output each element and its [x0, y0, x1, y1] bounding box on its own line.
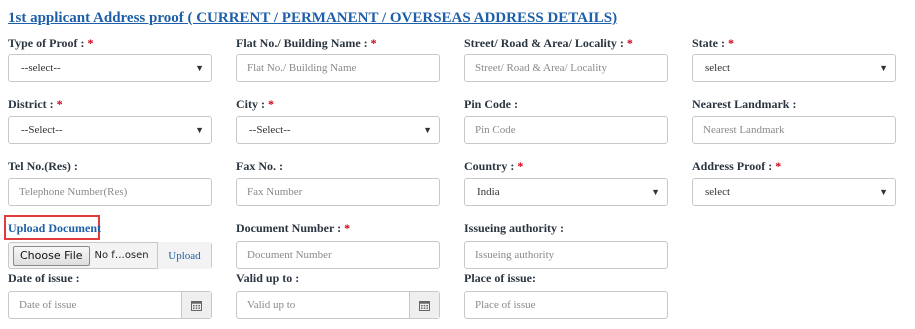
upload-button[interactable]: Upload	[157, 242, 211, 269]
valid-up-to-label: Valid up to :	[236, 271, 300, 285]
choose-file-button[interactable]: Choose File	[13, 245, 90, 266]
required-marker: *	[517, 159, 524, 173]
address-proof-select[interactable]: select ▼	[692, 178, 896, 206]
calendar-icon[interactable]	[181, 292, 211, 318]
address-proof-label: Address Proof : *	[692, 159, 782, 173]
document-number-input[interactable]: Document Number	[236, 241, 440, 269]
pin-code-input[interactable]: Pin Code	[464, 116, 668, 144]
caret-down-icon: ▼	[195, 125, 204, 135]
valid-up-to-placeholder: Valid up to	[247, 299, 296, 311]
flat-no-input[interactable]: Flat No./ Building Name	[236, 54, 440, 82]
required-marker: *	[370, 36, 377, 50]
required-marker: *	[775, 159, 782, 173]
country-label: Country : *	[464, 159, 524, 173]
flat-no-placeholder: Flat No./ Building Name	[247, 62, 357, 74]
document-number-label: Document Number : *	[236, 221, 351, 235]
file-status: No f…osen	[94, 250, 149, 261]
flat-no-label: Flat No./ Building Name : *	[236, 36, 377, 50]
city-value: --Select--	[249, 124, 291, 136]
date-of-issue-input[interactable]: Date of issue	[8, 291, 212, 319]
document-number-placeholder: Document Number	[247, 249, 332, 261]
tel-no-label: Tel No.(Res) :	[8, 159, 78, 173]
district-label: District : *	[8, 97, 63, 111]
nearest-landmark-input[interactable]: Nearest Landmark	[692, 116, 896, 144]
fax-no-label: Fax No. :	[236, 159, 283, 173]
place-of-issue-label: Place of issue:	[464, 271, 536, 285]
date-of-issue-label: Date of issue :	[8, 271, 80, 285]
state-value: select	[705, 62, 731, 74]
state-select[interactable]: select ▼	[692, 54, 896, 82]
issuing-authority-placeholder: Issueing authority	[475, 249, 555, 261]
street-label: Street/ Road & Area/ Locality : *	[464, 36, 633, 50]
pin-code-label: Pin Code :	[464, 97, 518, 111]
calendar-icon[interactable]	[409, 292, 439, 318]
type-of-proof-select[interactable]: --select-- ▼	[8, 54, 212, 82]
fax-no-placeholder: Fax Number	[247, 186, 303, 198]
file-upload-group: Choose File No f…osen Upload	[8, 242, 212, 269]
place-of-issue-input[interactable]: Place of issue	[464, 291, 668, 319]
required-marker: *	[344, 221, 351, 235]
city-select[interactable]: --Select-- ▼	[236, 116, 440, 144]
pin-code-placeholder: Pin Code	[475, 124, 516, 136]
date-of-issue-placeholder: Date of issue	[19, 299, 77, 311]
required-marker: *	[87, 36, 94, 50]
tel-no-input[interactable]: Telephone Number(Res)	[8, 178, 212, 206]
place-of-issue-placeholder: Place of issue	[475, 299, 536, 311]
nearest-landmark-placeholder: Nearest Landmark	[703, 124, 785, 136]
section-title: 1st applicant Address proof ( CURRENT / …	[8, 10, 618, 26]
city-label: City : *	[236, 97, 274, 111]
tel-no-placeholder: Telephone Number(Res)	[19, 186, 128, 198]
district-select[interactable]: --Select-- ▼	[8, 116, 212, 144]
issuing-authority-label: Issueing authority :	[464, 221, 565, 235]
caret-down-icon: ▼	[651, 187, 660, 197]
required-marker: *	[626, 36, 633, 50]
upload-document-label: Upload Document	[8, 221, 102, 235]
street-input[interactable]: Street/ Road & Area/ Locality	[464, 54, 668, 82]
issuing-authority-input[interactable]: Issueing authority	[464, 241, 668, 269]
fax-no-input[interactable]: Fax Number	[236, 178, 440, 206]
caret-down-icon: ▼	[879, 63, 888, 73]
district-value: --Select--	[21, 124, 63, 136]
country-value: India	[477, 186, 500, 198]
caret-down-icon: ▼	[423, 125, 432, 135]
type-of-proof-value: --select--	[21, 62, 61, 74]
caret-down-icon: ▼	[879, 187, 888, 197]
type-of-proof-label: Type of Proof : *	[8, 36, 94, 50]
address-proof-value: select	[705, 186, 731, 198]
street-placeholder: Street/ Road & Area/ Locality	[475, 62, 607, 74]
required-marker: *	[56, 97, 63, 111]
required-marker: *	[268, 97, 274, 111]
state-label: State : *	[692, 36, 734, 50]
valid-up-to-input[interactable]: Valid up to	[236, 291, 440, 319]
caret-down-icon: ▼	[195, 63, 204, 73]
nearest-landmark-label: Nearest Landmark :	[692, 97, 797, 111]
country-select[interactable]: India ▼	[464, 178, 668, 206]
required-marker: *	[728, 36, 734, 50]
